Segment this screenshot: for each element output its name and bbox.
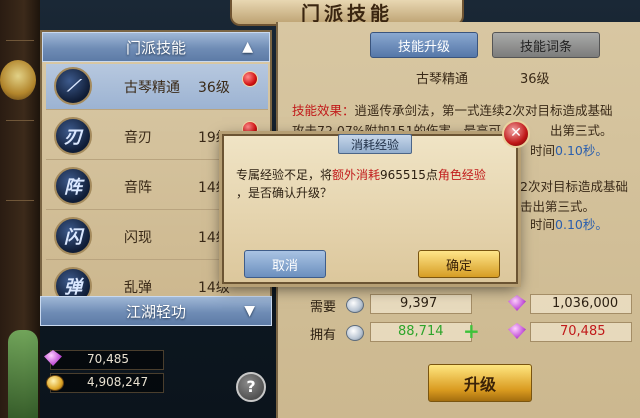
effect-time: 0.10秒。 xyxy=(555,217,608,232)
effect-line-5: 击出第三式。 xyxy=(520,196,595,215)
skill-name: 音刃 xyxy=(124,130,152,146)
blade-skill-icon: 刃 xyxy=(54,117,92,155)
skill-name: 音阵 xyxy=(124,180,152,196)
dialog-text: 专属经验不足，将 xyxy=(236,168,333,182)
have-label: 拥有 xyxy=(310,328,337,343)
tab-skill-words[interactable]: 技能词条 xyxy=(492,32,600,58)
help-button[interactable]: ? xyxy=(236,372,266,402)
bamboo-decoration xyxy=(8,330,38,418)
effect-time: 0.10秒。 xyxy=(555,143,608,158)
dialog-title: 消耗经验 xyxy=(338,134,412,154)
skill-section-label: 门派技能 xyxy=(125,38,186,57)
dialog-message-line-2: ，是否确认升级？ xyxy=(236,186,333,200)
need-label: 需要 xyxy=(310,300,337,315)
upgrade-button[interactable]: 升级 xyxy=(428,364,532,402)
effect-label: 技能效果： xyxy=(292,103,355,118)
skill-name: 闪现 xyxy=(124,230,152,246)
skill-section-header[interactable]: 门派技能 ▲ xyxy=(42,32,270,62)
gold-coin-icon xyxy=(46,375,64,391)
gem-currency-row: 70,485 xyxy=(50,350,164,370)
gem-currency-value: 70,485 xyxy=(87,352,129,366)
detail-skill-level: 36级 xyxy=(520,72,550,87)
confirm-button[interactable]: 确定 xyxy=(418,250,500,278)
guqin-skill-icon: ⟋ xyxy=(54,67,92,105)
detail-skill-name: 古琴精通 xyxy=(416,72,469,87)
silver-coin-icon xyxy=(346,297,364,313)
skill-level: 36级 xyxy=(198,80,230,96)
strum-skill-icon: 弹 xyxy=(54,267,92,297)
need-gem-value: 1,036,000 xyxy=(552,296,619,311)
need-coin-value: 9,397 xyxy=(400,296,438,311)
have-gem-value: 70,485 xyxy=(560,324,606,339)
formation-skill-icon: 阵 xyxy=(54,167,92,205)
coin-currency-value: 4,908,247 xyxy=(87,375,149,389)
qinggong-section-header[interactable]: 江湖轻功 ▼ xyxy=(40,296,272,326)
effect-text: 出第三式。 xyxy=(550,123,613,138)
chevron-up-icon: ▲ xyxy=(242,39,253,55)
effect-line-3: 时间0.10秒。 xyxy=(530,140,608,159)
plus-icon[interactable]: + xyxy=(463,319,480,343)
effect-text: 击出第三式。 xyxy=(520,199,596,214)
flash-skill-icon: 闪 xyxy=(54,217,92,255)
tab-skill-upgrade[interactable]: 技能升级 xyxy=(370,32,478,58)
dialog-message-line-1: 专属经验不足，将额外消耗965515点角色经验 xyxy=(236,166,486,183)
effect-text: 2次对目标造成基础 xyxy=(520,179,628,194)
effect-text: 时间 xyxy=(530,143,556,158)
lantern-icon xyxy=(0,60,36,100)
notification-dot-icon xyxy=(242,71,258,87)
skill-name: 古琴精通 xyxy=(124,80,180,96)
silver-coin-icon xyxy=(346,325,364,341)
dialog-text-red: 角色经验 xyxy=(437,168,486,182)
effect-line-2-tail: 出第三式。 xyxy=(550,120,613,139)
skill-name: 乱弹 xyxy=(124,280,152,296)
dialog-text-red: 额外消耗 xyxy=(332,168,381,182)
dialog-text: 965515点 xyxy=(380,168,438,182)
chevron-down-icon: ▼ xyxy=(244,303,255,319)
coin-currency-row: 4,908,247 xyxy=(50,373,164,393)
close-icon[interactable]: ✕ xyxy=(502,120,530,148)
effect-text: 时间 xyxy=(530,217,556,232)
effect-text: 逍遥传承剑法，第一式连续2次对目标造成基础 xyxy=(354,103,613,118)
have-coin-value: 88,714 xyxy=(398,324,444,339)
effect-line-1: 技能效果：逍遥传承剑法，第一式连续2次对目标造成基础 xyxy=(292,100,612,119)
skill-row-guqin[interactable]: ⟋ 古琴精通 36级 xyxy=(46,64,268,110)
effect-line-6: 时间0.10秒。 xyxy=(530,214,608,233)
effect-line-4: 2次对目标造成基础 xyxy=(520,176,628,195)
qinggong-section-label: 江湖轻功 xyxy=(125,302,186,321)
cancel-button[interactable]: 取消 xyxy=(244,250,326,278)
